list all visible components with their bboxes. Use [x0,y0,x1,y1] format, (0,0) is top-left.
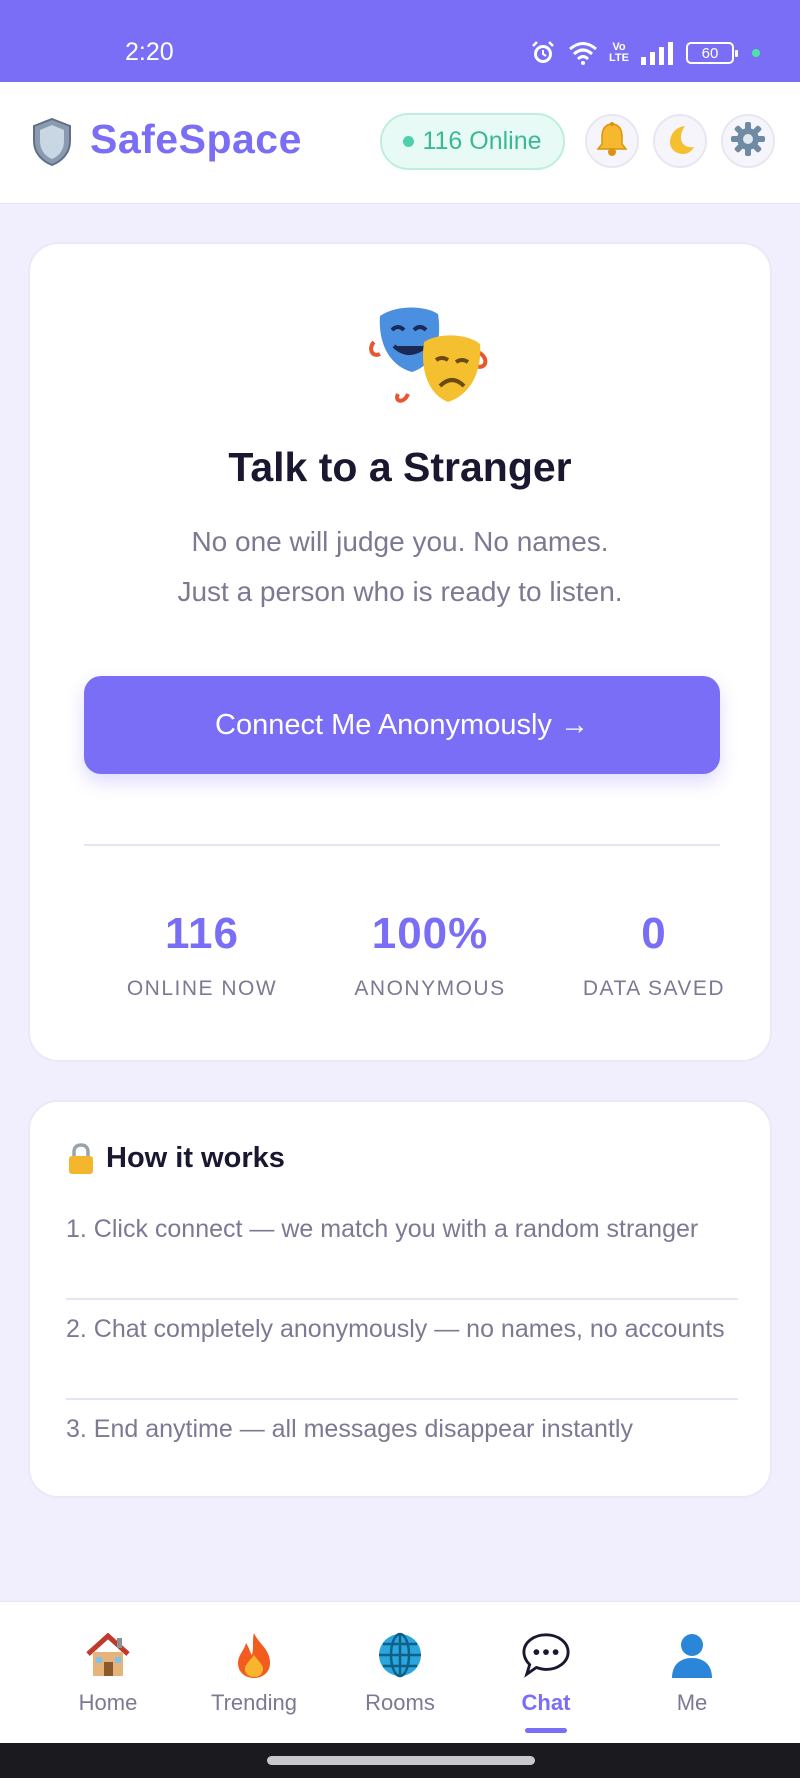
moon-icon [663,122,697,161]
person-icon [667,1630,717,1680]
nav-me[interactable]: Me [622,1630,762,1716]
theater-masks-icon [368,302,492,412]
notifications-button[interactable] [585,114,639,168]
house-icon [83,1630,133,1680]
status-bar: 2:20 Vo LTE 60 [0,0,800,82]
online-badge-label: 116 Online [422,127,542,155]
step-item: 1. Click connect — we match you with a r… [66,1215,699,1243]
wifi-icon [568,40,598,66]
bell-icon [595,121,629,162]
nav-label: Chat [521,1690,571,1715]
status-time: 2:20 [125,38,174,66]
volte-icon: Vo LTE [609,41,629,64]
lock-icon [66,1142,96,1175]
step-item: 2. Chat completely anonymously — no name… [66,1315,725,1343]
hero-subtitle-line2: Just a person who is ready to listen. [177,576,623,607]
settings-button[interactable] [721,114,775,168]
nav-trending[interactable]: Trending [184,1630,324,1716]
hero-title: Talk to a Stranger [228,444,572,490]
home-gesture-handle[interactable] [267,1756,535,1765]
divider [84,844,720,846]
stat-label: DATA SAVED [582,977,726,1000]
stat-anonymous: 100% ANONYMOUS [330,909,530,1001]
connect-anonymously-button[interactable]: Connect Me Anonymously → [84,676,720,774]
step-divider [66,1298,738,1300]
stat-value: 100% [371,909,489,958]
nav-label: Trending [210,1690,297,1715]
how-it-works-card: How it works 1. Click connect — we match… [28,1100,772,1498]
dark-mode-button[interactable] [653,114,707,168]
stat-online-now: 116 ONLINE NOW [102,909,302,1001]
bottom-navigation: Home Trending Rooms Chat Me [0,1601,800,1743]
notification-dot [752,49,760,57]
stat-data-saved: 0 DATA SAVED [554,909,754,1001]
stat-value: 0 [641,909,667,958]
nav-label: Me [676,1690,708,1715]
nav-rooms[interactable]: Rooms [330,1630,470,1716]
globe-icon [375,1630,425,1680]
nav-chat[interactable]: Chat [476,1630,616,1716]
app-title: SafeSpace [90,116,302,162]
stat-label: ONLINE NOW [126,977,278,1000]
online-dot [403,136,415,147]
hero-subtitle-line1: No one will judge you. No names. [191,526,609,557]
talk-to-stranger-card: Talk to a Stranger No one will judge you… [28,242,772,1062]
system-navigation-bar [0,1743,800,1778]
fire-icon [229,1630,279,1680]
how-it-works-title: How it works [106,1142,285,1174]
speech-bubble-icon [521,1630,571,1680]
status-icons: Vo LTE 60 [530,38,760,68]
shield-icon [30,117,74,167]
nav-home[interactable]: Home [38,1630,178,1716]
gear-icon [729,120,767,163]
active-tab-indicator [525,1728,567,1733]
nav-label: Home [78,1690,138,1715]
stat-value: 116 [165,909,239,958]
signal-icon [640,41,674,65]
battery-icon: 60 [686,42,738,64]
stat-label: ANONYMOUS [354,977,506,1000]
step-divider [66,1398,738,1400]
app-header: SafeSpace 116 Online [0,82,800,204]
nav-label: Rooms [365,1690,435,1715]
step-item: 3. End anytime — all messages disappear … [66,1415,633,1443]
online-count-badge: 116 Online [380,113,565,170]
how-it-works-heading: How it works [66,1142,285,1175]
alarm-icon [530,40,556,66]
